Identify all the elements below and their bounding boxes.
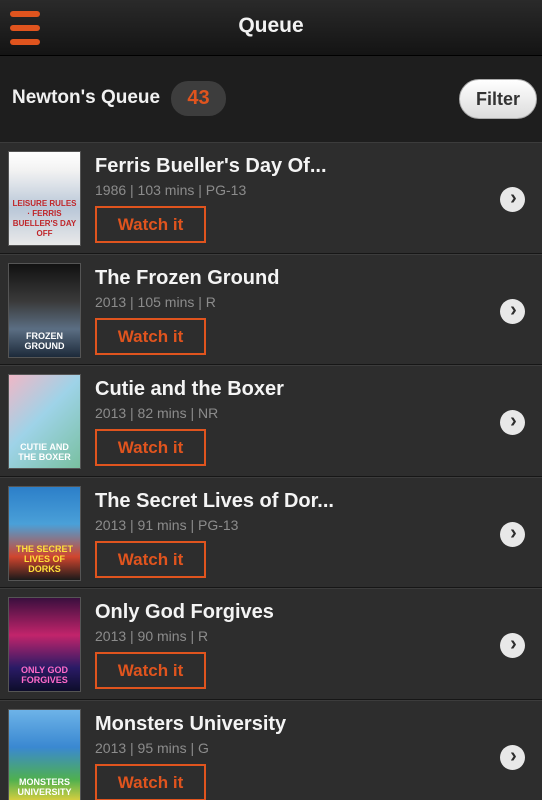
movie-title: The Frozen Ground — [95, 266, 280, 289]
poster-text: The Secret Lives of Dorks — [15, 543, 73, 574]
movie-meta: 1986 | 103 mins | PG-13 — [95, 182, 247, 198]
poster-text: Only God Forgives — [20, 665, 68, 686]
chevron-right-icon[interactable]: › — [500, 298, 525, 324]
movie-title: Monsters University — [95, 712, 287, 735]
movie-row[interactable]: Leisure Rules · Ferris Bueller's Day Off… — [0, 142, 542, 254]
movie-row[interactable]: Frozen Ground The Frozen Ground 2013 | 1… — [0, 253, 542, 366]
movie-title: Only God Forgives — [95, 601, 274, 624]
chevron-right-icon[interactable]: › — [500, 744, 525, 770]
poster-text: Leisure Rules · Ferris Bueller's Day Off — [12, 199, 77, 238]
movie-meta: 2013 | 95 mins | G — [95, 739, 209, 756]
movie-row[interactable]: The Secret Lives of Dorks The Secret Liv… — [0, 476, 542, 589]
app-screen: Queue Newton's Queue 43 Filter Leisure R… — [0, 0, 542, 800]
queue-header: Newton's Queue 43 Filter — [0, 56, 542, 142]
watch-it-button[interactable]: Watch it — [95, 540, 206, 578]
chevron-right-icon[interactable]: › — [500, 521, 525, 547]
poster-text: Frozen Ground — [24, 330, 65, 351]
chevron-right-icon[interactable]: › — [500, 410, 525, 436]
movie-poster[interactable]: Monsters University — [8, 708, 81, 800]
movie-meta: 2013 | 91 mins | PG-13 — [95, 516, 239, 533]
chevron-right-icon[interactable]: › — [500, 187, 525, 212]
chevron-right-icon[interactable]: › — [500, 633, 525, 659]
movie-title: The Secret Lives of Dor... — [95, 489, 334, 512]
movie-list: Leisure Rules · Ferris Bueller's Day Off… — [0, 142, 542, 800]
movie-title: Ferris Bueller's Day Of... — [95, 155, 327, 177]
queue-name: Newton's Queue — [12, 87, 161, 108]
movie-poster[interactable]: Cutie and the Boxer — [8, 374, 81, 470]
movie-poster[interactable]: Leisure Rules · Ferris Bueller's Day Off — [8, 151, 81, 246]
filter-button[interactable]: Filter — [459, 79, 537, 119]
watch-it-button[interactable]: Watch it — [95, 763, 206, 800]
movie-row[interactable]: Only God Forgives Only God Forgives 2013… — [0, 588, 542, 700]
movie-meta: 2013 | 105 mins | R — [95, 293, 216, 310]
movie-title: Cutie and the Boxer — [95, 378, 284, 401]
movie-row[interactable]: Monsters University Monsters University … — [0, 699, 542, 800]
movie-poster[interactable]: Frozen Ground — [8, 262, 81, 358]
movie-poster[interactable]: The Secret Lives of Dorks — [8, 485, 81, 581]
watch-it-button[interactable]: Watch it — [95, 317, 206, 355]
queue-count-badge: 43 — [171, 81, 226, 116]
watch-it-button[interactable]: Watch it — [95, 652, 206, 690]
movie-meta: 2013 | 90 mins | R — [95, 628, 209, 645]
movie-row[interactable]: Cutie and the Boxer Cutie and the Boxer … — [0, 365, 542, 477]
poster-text: Monsters University — [17, 776, 72, 797]
movie-meta: 2013 | 82 mins | NR — [95, 405, 219, 422]
watch-it-button[interactable]: Watch it — [95, 206, 206, 243]
top-bar: Queue — [0, 0, 542, 56]
movie-poster[interactable]: Only God Forgives — [8, 597, 81, 693]
page-title: Queue — [238, 14, 304, 37]
watch-it-button[interactable]: Watch it — [95, 429, 206, 467]
poster-text: Cutie and the Boxer — [18, 442, 71, 463]
